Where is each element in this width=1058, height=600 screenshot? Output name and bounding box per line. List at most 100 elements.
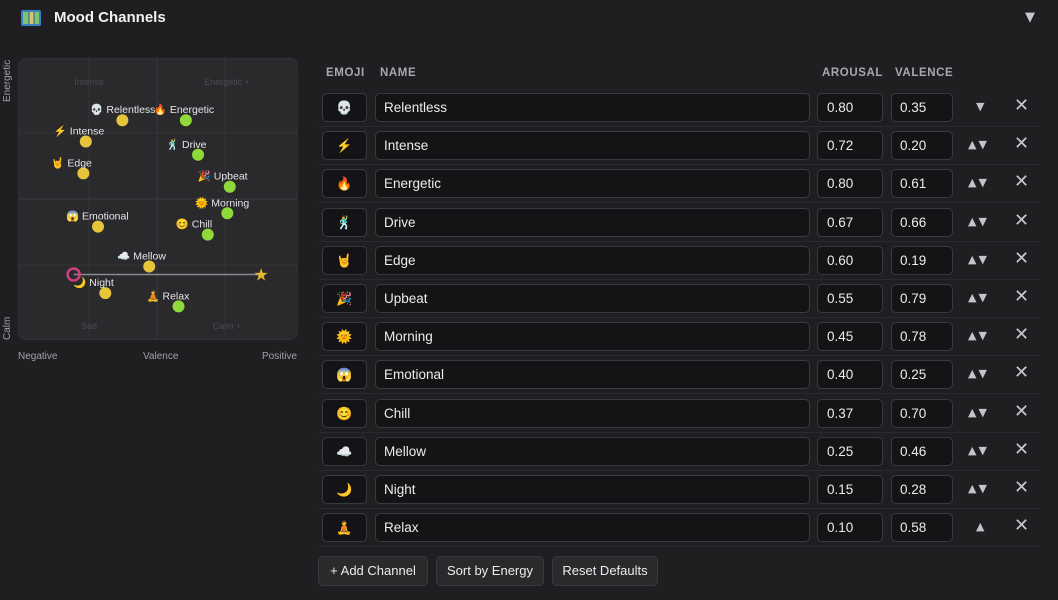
reorder-controls: ▲▼	[968, 482, 989, 495]
name-field[interactable]: Chill	[375, 398, 810, 428]
delete-channel-icon[interactable]: ✕	[1014, 515, 1029, 537]
arousal-field[interactable]: 0.60	[817, 245, 883, 275]
move-down-icon[interactable]: ▼	[978, 444, 988, 457]
move-up-icon[interactable]: ▲	[968, 406, 978, 419]
arousal-field[interactable]: 0.15	[817, 475, 883, 504]
move-up-icon[interactable]: ▲	[968, 138, 978, 151]
arousal-field[interactable]: 0.80	[817, 169, 883, 199]
arousal-field[interactable]: 0.25	[817, 436, 883, 466]
reset-defaults-button[interactable]: Reset Defaults	[552, 556, 658, 586]
delete-channel-icon[interactable]: ✕	[1014, 401, 1029, 423]
emoji-field[interactable]: ⚡	[322, 131, 367, 161]
valence-field[interactable]: 0.35	[891, 93, 953, 122]
channel-row: 🎉 Upbeat 0.55 0.79 ▲▼ ✕	[318, 280, 1040, 318]
valence-field[interactable]: 0.70	[891, 398, 953, 428]
quadrant-label-top-right: Energetic +	[204, 77, 250, 87]
delete-channel-icon[interactable]: ✕	[1014, 95, 1029, 117]
emoji-field[interactable]: 🤘	[322, 245, 367, 275]
move-up-icon[interactable]: ▲	[968, 253, 978, 266]
reorder-controls: ▲▼	[968, 215, 989, 228]
column-header-name: NAME	[380, 67, 417, 79]
mood-plot-canvas[interactable]: Intense Energetic + Sad Calm + 💀 Relentl…	[19, 59, 298, 340]
collapse-chevron-icon[interactable]: ▼	[1025, 10, 1035, 25]
move-up-icon[interactable]: ▲	[968, 215, 978, 228]
move-up-icon[interactable]: ▲	[968, 482, 978, 495]
name-field[interactable]: Mellow	[375, 436, 810, 466]
emoji-field[interactable]: 😊	[322, 398, 367, 428]
move-up-icon[interactable]: ▲	[968, 176, 978, 189]
valence-field[interactable]: 0.28	[891, 475, 953, 504]
valence-field[interactable]: 0.66	[891, 207, 953, 237]
emoji-field[interactable]: 🔥	[322, 169, 367, 199]
valence-field[interactable]: 0.20	[891, 131, 953, 161]
channel-marker-label: 🎉 Upbeat	[198, 170, 248, 183]
mood-plot[interactable]: Intense Energetic + Sad Calm + 💀 Relentl…	[18, 58, 298, 340]
valence-field[interactable]: 0.58	[891, 513, 953, 543]
emoji-field[interactable]: ☁️	[322, 436, 367, 466]
add-channel-button[interactable]: + Add Channel	[318, 556, 428, 586]
emoji-field[interactable]: 🧘	[322, 513, 367, 543]
valence-field[interactable]: 0.46	[891, 436, 953, 466]
move-down-icon[interactable]: ▼	[978, 406, 988, 419]
delete-channel-icon[interactable]: ✕	[1014, 171, 1029, 193]
move-up-icon[interactable]: ▲	[968, 329, 978, 342]
delete-channel-icon[interactable]: ✕	[1014, 248, 1029, 270]
move-down-icon[interactable]: ▼	[978, 291, 988, 304]
arousal-field[interactable]: 0.80	[817, 93, 883, 122]
valence-field[interactable]: 0.78	[891, 322, 953, 352]
name-field[interactable]: Morning	[375, 322, 810, 352]
valence-field[interactable]: 0.25	[891, 360, 953, 390]
valence-field[interactable]: 0.61	[891, 169, 953, 199]
sort-by-energy-button[interactable]: Sort by Energy	[436, 556, 544, 586]
arousal-field[interactable]: 0.45	[817, 322, 883, 352]
channel-marker-label: 🧘 Relax	[147, 289, 191, 302]
delete-channel-icon[interactable]: ✕	[1014, 324, 1029, 346]
emoji-field[interactable]: 🌙	[322, 475, 367, 504]
name-field[interactable]: Energetic	[375, 169, 810, 199]
emoji-field[interactable]: 😱	[322, 360, 367, 390]
name-field[interactable]: Relentless	[375, 93, 810, 122]
arousal-field[interactable]: 0.40	[817, 360, 883, 390]
name-field[interactable]: Upbeat	[375, 284, 810, 313]
emoji-field[interactable]: 🌞	[322, 322, 367, 352]
delete-channel-icon[interactable]: ✕	[1014, 362, 1029, 384]
name-field[interactable]: Night	[375, 475, 810, 504]
arousal-field[interactable]: 0.67	[817, 207, 883, 237]
emoji-field[interactable]: 🎉	[322, 284, 367, 313]
channel-row: 🤘 Edge 0.60 0.19 ▲▼ ✕	[318, 242, 1040, 280]
name-field[interactable]: Emotional	[375, 360, 810, 390]
move-down-icon[interactable]: ▼	[978, 253, 988, 266]
name-field[interactable]: Relax	[375, 513, 810, 543]
move-down-icon[interactable]: ▼	[978, 138, 988, 151]
move-up-icon[interactable]: ▲	[968, 444, 978, 457]
channel-marker-label: ☁️ Mellow	[117, 251, 166, 263]
move-up-icon[interactable]: ▲	[976, 520, 986, 533]
delete-channel-icon[interactable]: ✕	[1014, 286, 1029, 308]
arousal-field[interactable]: 0.10	[817, 513, 883, 543]
delete-channel-icon[interactable]: ✕	[1014, 210, 1029, 232]
move-up-icon[interactable]: ▲	[968, 367, 978, 380]
arousal-field[interactable]: 0.72	[817, 131, 883, 161]
name-field[interactable]: Drive	[375, 207, 810, 237]
valence-field[interactable]: 0.19	[891, 245, 953, 275]
move-down-icon[interactable]: ▼	[978, 176, 988, 189]
move-up-icon[interactable]: ▲	[968, 291, 978, 304]
delete-channel-icon[interactable]: ✕	[1014, 133, 1029, 155]
name-field[interactable]: Edge	[375, 245, 810, 275]
arousal-field[interactable]: 0.55	[817, 284, 883, 313]
emoji-field[interactable]: 💀	[322, 93, 367, 122]
delete-channel-icon[interactable]: ✕	[1014, 439, 1029, 461]
move-down-icon[interactable]: ▼	[978, 367, 988, 380]
arousal-field[interactable]: 0.37	[817, 398, 883, 428]
target-star-icon[interactable]: ★	[253, 265, 268, 285]
emoji-field[interactable]: 🕺	[322, 207, 367, 237]
move-down-icon[interactable]: ▼	[978, 215, 988, 228]
valence-field[interactable]: 0.79	[891, 284, 953, 313]
move-down-icon[interactable]: ▼	[978, 329, 988, 342]
panel-title: Mood Channels	[54, 9, 166, 26]
quadrant-label-bottom-right: Calm +	[213, 321, 242, 331]
delete-channel-icon[interactable]: ✕	[1014, 477, 1029, 499]
move-down-icon[interactable]: ▼	[978, 482, 988, 495]
move-down-icon[interactable]: ▼	[976, 100, 986, 113]
name-field[interactable]: Intense	[375, 131, 810, 161]
